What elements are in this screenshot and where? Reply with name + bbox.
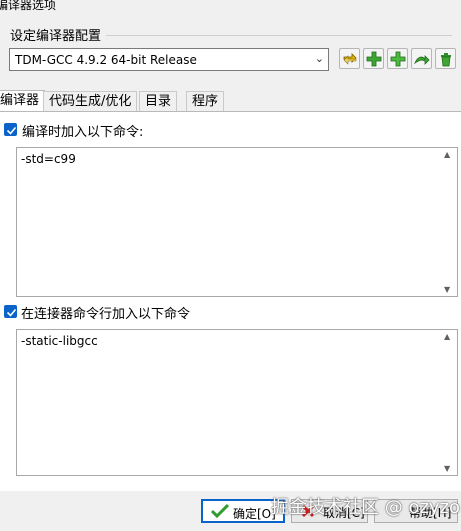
- group-divider: [106, 35, 452, 36]
- compiler-config-select[interactable]: TDM-GCC 4.9.2 64-bit Release ⌄: [9, 48, 329, 71]
- ok-button-label: 确定[O]: [233, 507, 276, 521]
- scroll-up-icon[interactable]: ▲: [444, 332, 450, 341]
- linker-commands-label: 在连接器命令行加入以下命令: [21, 307, 191, 322]
- checkmark-icon: [6, 126, 17, 135]
- compile-commands-checkbox[interactable]: [4, 123, 17, 136]
- watermark: 掘金技术社区 @ ozyzo: [271, 497, 461, 518]
- linker-commands-scrollbar[interactable]: ▲ ▼: [440, 330, 457, 475]
- rename-config-button[interactable]: [411, 48, 432, 69]
- copy-config-button[interactable]: [387, 48, 408, 69]
- scroll-down-icon[interactable]: ▼: [444, 464, 450, 473]
- linker-commands-text: -static-libgcc: [21, 334, 98, 348]
- linker-commands-checkbox[interactable]: [4, 305, 17, 318]
- add-green-icon: [366, 51, 382, 67]
- compile-commands-textarea[interactable]: -std=c99 ▲ ▼: [16, 147, 458, 297]
- add-config-button[interactable]: [363, 48, 384, 69]
- add-green-copy-icon: [390, 51, 406, 67]
- linker-commands-textarea[interactable]: -static-libgcc ▲ ▼: [16, 329, 458, 476]
- tab-programs[interactable]: 程序: [186, 91, 225, 111]
- swap-arrows-icon: [343, 53, 357, 65]
- trash-icon: [441, 53, 451, 67]
- compile-commands-text: -std=c99: [21, 152, 76, 166]
- checkmark-green-icon: [211, 503, 229, 519]
- chevron-down-icon: ⌄: [314, 52, 324, 65]
- rename-arrow-icon: [414, 55, 430, 65]
- title-bar: 编译器选项: [0, 0, 461, 13]
- window-title: 编译器选项: [0, 0, 57, 12]
- config-group-label: 设定编译器配置: [10, 29, 102, 44]
- compiler-config-value: TDM-GCC 4.9.2 64-bit Release: [15, 53, 197, 67]
- compile-commands-label: 编译时加入以下命令:: [22, 125, 144, 140]
- checkmark-icon: [6, 308, 17, 317]
- tab-directories[interactable]: 目录: [139, 91, 178, 111]
- swap-config-button[interactable]: [339, 48, 360, 69]
- tab-codegen[interactable]: 代码生成/优化: [43, 91, 138, 111]
- compile-commands-scrollbar[interactable]: ▲ ▼: [440, 148, 457, 296]
- scroll-up-icon[interactable]: ▲: [444, 150, 450, 159]
- tab-compiler[interactable]: 编译器: [0, 90, 46, 111]
- delete-config-button[interactable]: [435, 48, 456, 69]
- scroll-down-icon[interactable]: ▼: [444, 285, 450, 294]
